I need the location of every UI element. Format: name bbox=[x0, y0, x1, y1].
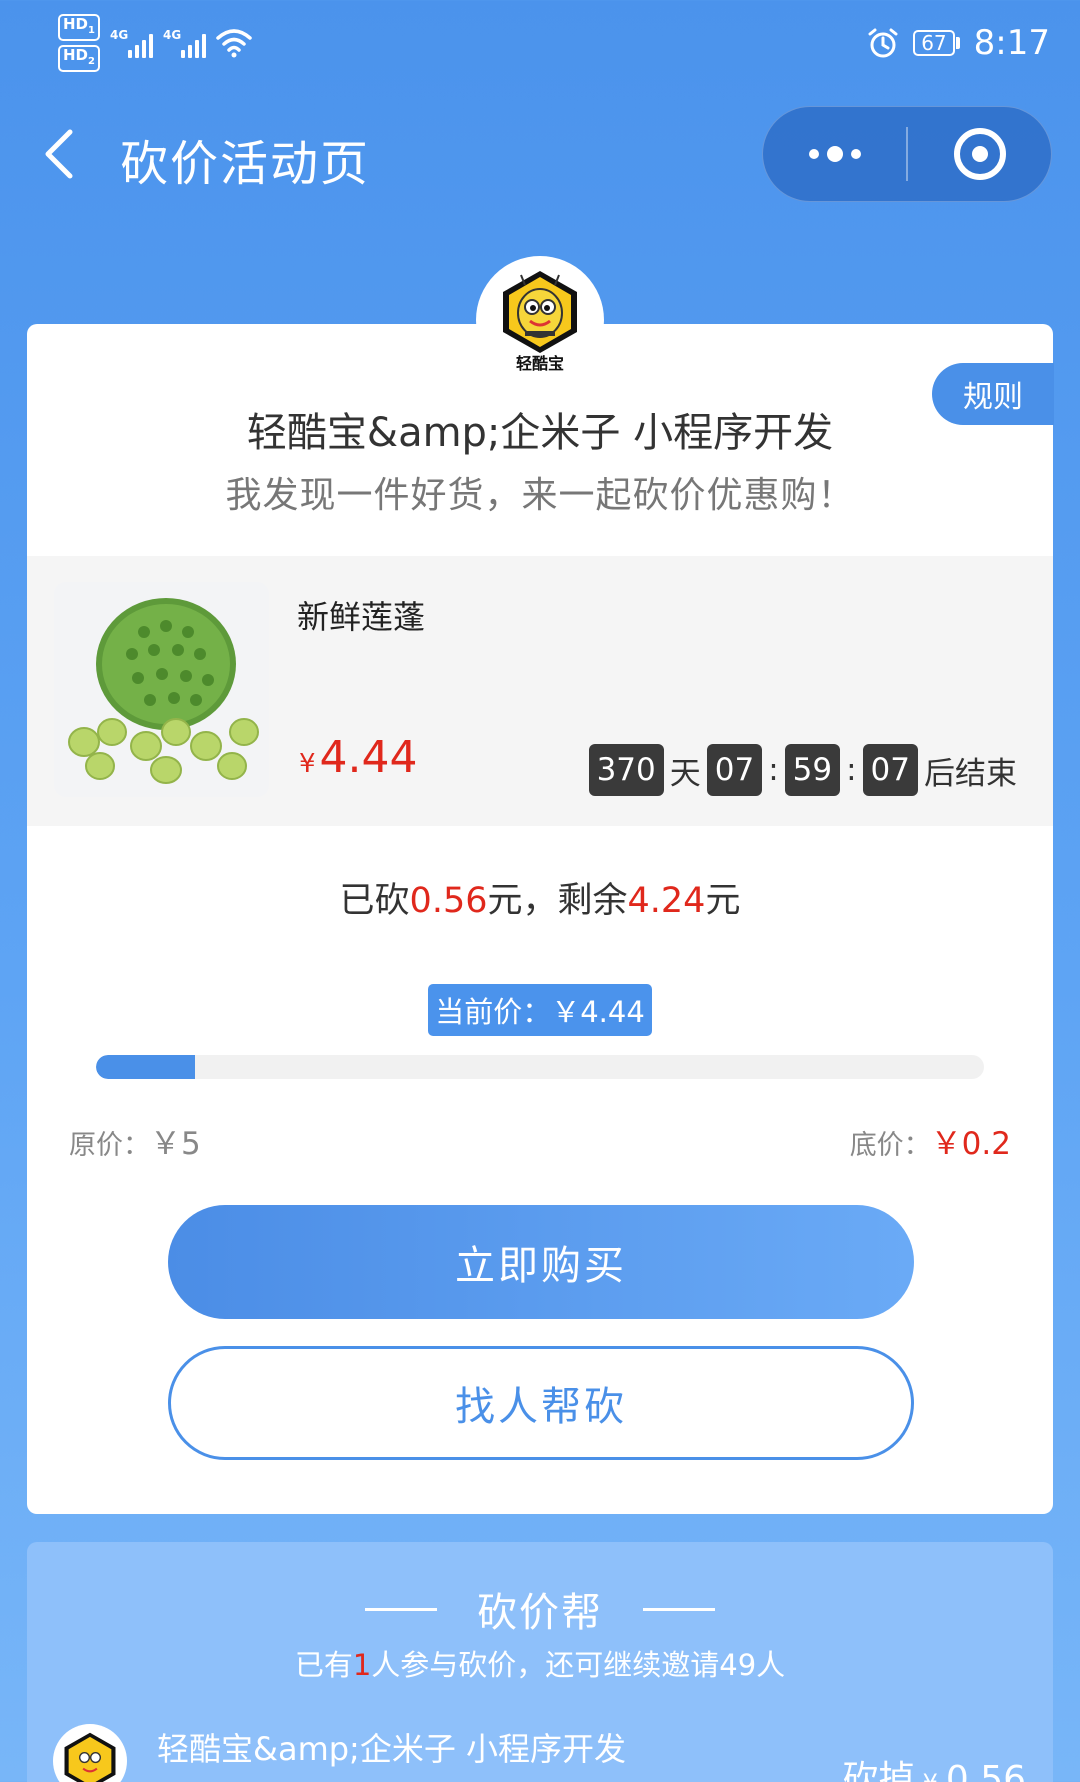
bargain-progress-bar bbox=[96, 1055, 984, 1079]
title-line-left bbox=[365, 1607, 437, 1611]
helper-list-item: 轻酷宝&amp;企米子 小程序开发 砍掉 ¥ 0.56 bbox=[27, 1722, 1053, 1782]
avatar bbox=[53, 1724, 127, 1782]
battery-icon: 67 bbox=[913, 30, 960, 56]
close-button[interactable] bbox=[908, 107, 1051, 201]
back-icon[interactable] bbox=[40, 128, 80, 180]
bargain-card: 轻酷宝&amp;企米子 小程序开发 我发现一件好货，来一起砍价优惠购！ 新鲜莲蓬… bbox=[27, 324, 1053, 1514]
more-icon bbox=[808, 146, 861, 162]
hd-badge-2: HD2 bbox=[58, 45, 100, 72]
product-price: ¥ 4.44 bbox=[299, 732, 418, 783]
countdown-seconds: 07 bbox=[862, 744, 918, 796]
signal-icon-2: 4G bbox=[163, 28, 206, 58]
helpers-subtitle: 已有1人参与砍价，还可继续邀请49人 bbox=[27, 1642, 1053, 1684]
signal-icon-1: 4G bbox=[110, 28, 153, 58]
shop-name: 轻酷宝&amp;企米子 小程序开发 bbox=[246, 410, 834, 456]
countdown-hours: 07 bbox=[706, 744, 763, 796]
shop-logo: 轻酷宝 bbox=[476, 256, 604, 384]
cut-summary: 已砍0.56元，剩余4.24元 bbox=[27, 872, 1053, 923]
hd-sub: 1 bbox=[88, 25, 95, 36]
page-title: 砍价活动页 bbox=[120, 136, 371, 192]
product-block[interactable]: 新鲜莲蓬 ¥ 4.44 370 天 07 : 59 : 07 后结束 bbox=[27, 556, 1053, 826]
countdown-days: 370 bbox=[588, 744, 664, 796]
nav-bar: 砍价活动页 bbox=[0, 96, 1080, 212]
more-button[interactable] bbox=[763, 107, 906, 201]
original-price-label: 原价： bbox=[69, 1130, 150, 1161]
hd-badge-1: HD1 bbox=[58, 14, 100, 41]
status-right: 67 8:17 bbox=[867, 14, 1050, 72]
original-price-value: ￥5 bbox=[150, 1126, 201, 1162]
product-name: 新鲜莲蓬 bbox=[297, 598, 426, 636]
countdown: 370 天 07 : 59 : 07 后结束 bbox=[588, 744, 1017, 796]
helpers-section: 砍价帮 已有1人参与砍价，还可继续邀请49人 轻酷宝&amp;企米子 小程序开发… bbox=[27, 1542, 1053, 1782]
cut-amount: 0.56 bbox=[409, 881, 488, 921]
countdown-days-unit: 天 bbox=[669, 755, 701, 792]
rules-button[interactable]: 规则 bbox=[932, 363, 1054, 425]
alarm-icon bbox=[868, 28, 898, 58]
signal-bars bbox=[127, 34, 153, 58]
network-type: 4G bbox=[109, 28, 129, 42]
helpers-title-text: 砍价帮 bbox=[477, 1590, 603, 1636]
countdown-suffix: 后结束 bbox=[924, 755, 1017, 792]
lotus-pod-image bbox=[54, 582, 269, 797]
helper-cut-value: 0.56 bbox=[945, 1759, 1026, 1782]
current-price-tag: 当前价：￥4.44 bbox=[428, 984, 652, 1036]
hd-sub: 2 bbox=[88, 56, 95, 67]
network-type: 4G bbox=[162, 28, 182, 42]
helpers-sub-2: 人参与砍价，还可继续邀请49人 bbox=[371, 1648, 786, 1682]
status-bar: HD1 HD2 4G 4G 67 8:17 bbox=[0, 0, 1080, 86]
hd-label: HD bbox=[63, 15, 89, 33]
clock: 8:17 bbox=[973, 23, 1050, 63]
helper-cut-label: 砍掉 bbox=[842, 1759, 915, 1782]
helper-cut-amount: 砍掉 ¥ 0.56 bbox=[843, 1750, 1026, 1782]
countdown-sep: : bbox=[846, 752, 857, 788]
price-currency: ¥ bbox=[299, 749, 316, 779]
slogan: 我发现一件好货，来一起砍价优惠购！ bbox=[225, 475, 855, 516]
bee-mascot-icon bbox=[64, 1732, 116, 1782]
remaining-amount: 4.24 bbox=[627, 881, 706, 921]
hd-indicators: HD1 HD2 bbox=[58, 14, 100, 72]
status-left: HD1 HD2 4G 4G bbox=[58, 14, 252, 72]
floor-price-label: 底价： bbox=[849, 1130, 931, 1161]
helpers-sub-1: 已有 bbox=[294, 1648, 353, 1682]
wifi-icon bbox=[216, 29, 252, 58]
battery-level: 67 bbox=[913, 30, 955, 56]
helpers-count: 1 bbox=[352, 1648, 372, 1682]
signal-bars bbox=[180, 34, 206, 58]
helper-name: 轻酷宝&amp;企米子 小程序开发 bbox=[157, 1730, 627, 1768]
floor-price: 底价：￥0.2 bbox=[850, 1118, 1011, 1163]
cut-text-3: 元 bbox=[705, 881, 741, 921]
countdown-sep: : bbox=[768, 752, 779, 788]
helper-cut-currency: ¥ bbox=[923, 1769, 938, 1782]
helpers-title: 砍价帮 bbox=[27, 1580, 1053, 1638]
cut-text-2: 元，剩余 bbox=[487, 881, 628, 921]
price-value: 4.44 bbox=[319, 732, 418, 783]
mini-program-capsule bbox=[762, 106, 1052, 202]
progress-fill bbox=[96, 1055, 196, 1079]
title-line-right bbox=[643, 1607, 715, 1611]
countdown-minutes: 59 bbox=[784, 744, 841, 796]
cut-text-1: 已砍 bbox=[339, 881, 410, 921]
hd-label: HD bbox=[63, 46, 89, 64]
floor-price-value: ￥0.2 bbox=[930, 1126, 1011, 1162]
ask-help-button[interactable]: 找人帮砍 bbox=[168, 1346, 914, 1460]
logo-text: 轻酷宝 bbox=[515, 354, 564, 373]
buy-now-button[interactable]: 立即购买 bbox=[168, 1205, 914, 1319]
product-image bbox=[54, 582, 269, 797]
close-target-icon bbox=[953, 128, 1006, 180]
bee-mascot-icon bbox=[503, 271, 577, 353]
original-price: 原价：￥5 bbox=[69, 1118, 201, 1163]
